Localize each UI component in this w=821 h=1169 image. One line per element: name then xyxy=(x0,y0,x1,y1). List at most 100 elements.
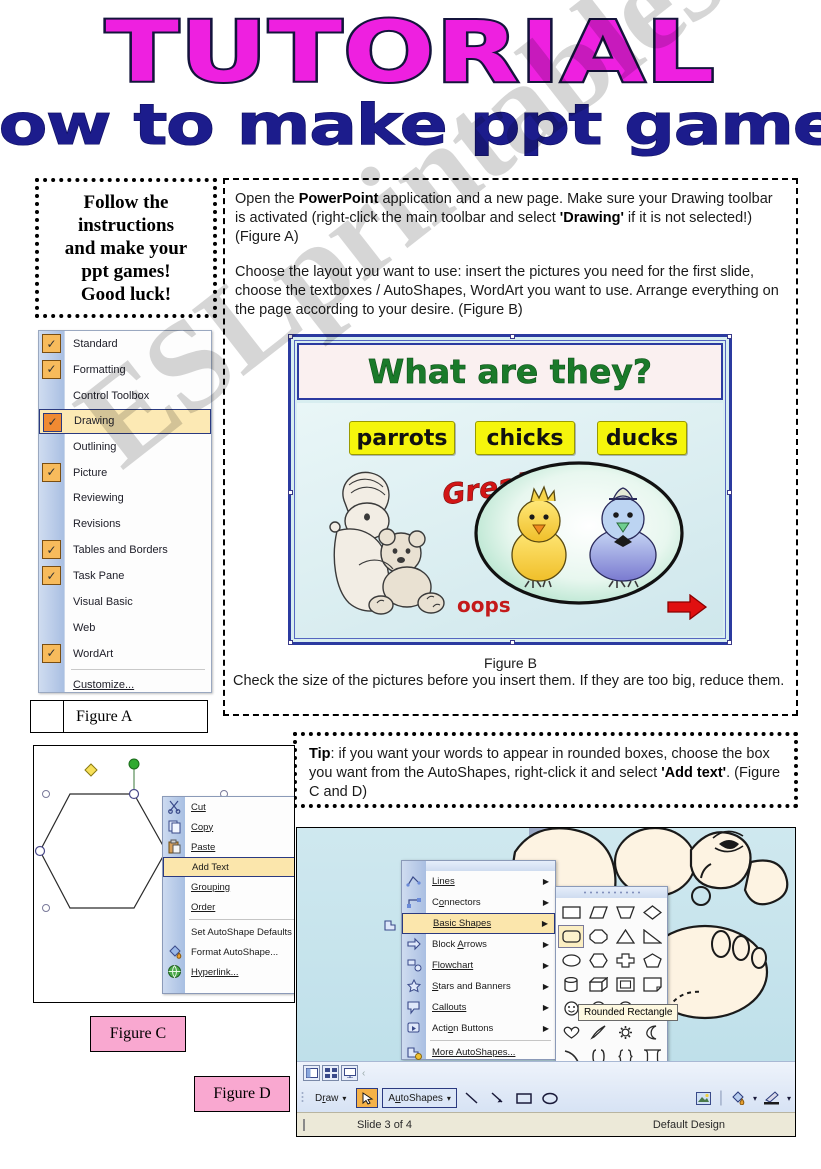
resize-handle-nw[interactable] xyxy=(288,334,293,339)
shape-triangle[interactable] xyxy=(612,925,638,948)
menu-item-drawing[interactable]: ✓ Drawing xyxy=(39,408,211,434)
figure-c-context-menu[interactable]: Cut Copy Paste Add Text Grouping Order S… xyxy=(162,796,294,994)
answer-chip-ducks[interactable]: ducks xyxy=(597,421,687,455)
draw-menu-button[interactable]: Draw ▾ xyxy=(309,1088,352,1108)
insert-picture-button[interactable] xyxy=(693,1088,715,1108)
arrow-tool-button[interactable] xyxy=(487,1088,509,1108)
autoshapes-item-more-autoshapes[interactable]: More AutoShapes... xyxy=(407,1042,555,1061)
rectangle-tool-button[interactable] xyxy=(513,1088,535,1108)
autoshapes-item-callouts[interactable]: Callouts ▶ xyxy=(407,997,555,1018)
oval-tool-button[interactable] xyxy=(539,1088,561,1108)
shape-rectangle[interactable] xyxy=(558,901,584,924)
shape-cube[interactable] xyxy=(585,973,611,996)
checkbox-formatting[interactable]: ✓ xyxy=(42,359,61,379)
normal-view-button[interactable] xyxy=(303,1065,320,1081)
autoshapes-menu-button[interactable]: AutoShapes ▾ xyxy=(382,1088,457,1108)
menu-item-formatting[interactable]: ✓ Formatting xyxy=(42,357,211,383)
answer-chip-parrots[interactable]: parrots xyxy=(349,421,455,455)
shape-bevel[interactable] xyxy=(612,973,638,996)
toolbar-grip[interactable] xyxy=(301,1090,305,1106)
select-objects-button[interactable] xyxy=(356,1088,379,1108)
palette-titlebar[interactable] xyxy=(556,887,667,898)
basic-shapes-palette[interactable]: Rounded Rectangle xyxy=(555,886,679,1061)
shape-cylinder[interactable] xyxy=(558,973,584,996)
context-item-paste[interactable]: Paste xyxy=(168,837,294,857)
autoshapes-item-stars-and-banners[interactable]: Stars and Banners ▶ xyxy=(406,976,555,997)
menu-item-visual-basic[interactable]: Visual Basic xyxy=(65,589,211,615)
checkbox-wordart[interactable]: ✓ xyxy=(42,643,61,663)
resize-handle-e[interactable] xyxy=(727,490,732,495)
menu-item-reviewing[interactable]: Reviewing xyxy=(65,485,211,511)
autoshapes-item-connectors[interactable]: Connectors ▶ xyxy=(407,892,555,913)
powerpoint-status-bar: Slide 3 of 4 Default Design xyxy=(297,1112,795,1136)
menu-item-revisions[interactable]: Revisions xyxy=(65,511,211,537)
shape-rounded-rectangle[interactable] xyxy=(558,925,584,948)
menu-item-outlining[interactable]: Outlining xyxy=(65,434,211,460)
context-item-add-text[interactable]: Add Text xyxy=(163,857,294,877)
menu-item-tables-and-borders[interactable]: ✓ Tables and Borders xyxy=(42,537,211,563)
shape-diamond[interactable] xyxy=(639,901,665,924)
shape-heart[interactable] xyxy=(558,1021,584,1044)
fill-color-button[interactable] xyxy=(727,1088,749,1108)
resize-handle-n[interactable] xyxy=(510,334,515,339)
autoshapes-item-basic-shapes[interactable]: Basic Shapes ▶ xyxy=(384,913,555,934)
shape-octagon[interactable] xyxy=(585,925,611,948)
status-design-name: Default Design xyxy=(652,1118,725,1131)
context-item-set-autoshape-defaults[interactable]: Set AutoShape Defaults xyxy=(185,922,294,942)
shape-plaque[interactable] xyxy=(639,1045,665,1061)
line-tool-button[interactable] xyxy=(461,1088,483,1108)
resize-handle-sw[interactable] xyxy=(288,640,293,645)
shape-hexagon[interactable] xyxy=(585,949,611,972)
figure-a-toolbars-menu[interactable]: ✓ Standard ✓ Formatting Control Toolbox … xyxy=(38,330,212,693)
shape-moon[interactable] xyxy=(639,1021,665,1044)
line-color-button[interactable] xyxy=(761,1088,783,1108)
menu-item-customize[interactable]: Customize... xyxy=(65,672,211,698)
shape-lightning-bolt[interactable] xyxy=(585,1021,611,1044)
context-item-cut[interactable]: Cut xyxy=(168,797,294,817)
context-item-grouping[interactable]: Grouping ▶ xyxy=(185,877,294,897)
menu-item-web[interactable]: Web xyxy=(65,615,211,641)
shape-right-triangle[interactable] xyxy=(639,925,665,948)
shape-folded-corner[interactable] xyxy=(639,973,665,996)
shape-oval[interactable] xyxy=(558,949,584,972)
shape-cross[interactable] xyxy=(612,949,638,972)
context-item-format-autoshape[interactable]: Format AutoShape... xyxy=(169,942,294,962)
shape-pentagon[interactable] xyxy=(639,949,665,972)
checkbox-tables-and-borders[interactable]: ✓ xyxy=(42,540,61,560)
shape-parallelogram[interactable] xyxy=(585,901,611,924)
menu-item-picture[interactable]: ✓ Picture xyxy=(42,460,211,486)
checkbox-picture[interactable]: ✓ xyxy=(42,462,61,482)
answer-chip-chicks[interactable]: chicks xyxy=(475,421,575,455)
autoshapes-popup-menu[interactable]: Lines ▶ Connectors ▶ Basic Shapes ▶ Bloc… xyxy=(384,860,556,1061)
menu-item-control-toolbox[interactable]: Control Toolbox xyxy=(65,383,211,409)
menu-item-wordart[interactable]: ✓ WordArt xyxy=(42,641,211,667)
resize-handle-w[interactable] xyxy=(288,490,293,495)
context-item-order[interactable]: Order ▶ xyxy=(185,897,294,917)
autoshapes-menu-titlebar[interactable] xyxy=(426,861,555,871)
autoshapes-item-block-arrows[interactable]: Block Arrows ▶ xyxy=(407,934,555,955)
autoshapes-item-action-buttons[interactable]: Action Buttons ▶ xyxy=(407,1018,555,1039)
shape-sun[interactable] xyxy=(612,1021,638,1044)
slide-show-view-button[interactable] xyxy=(341,1065,358,1081)
menu-item-task-pane[interactable]: ✓ Task Pane xyxy=(42,563,211,589)
line-color-dropdown-arrow[interactable]: ▾ xyxy=(787,1094,791,1103)
autoshapes-item-lines[interactable]: Lines ▶ xyxy=(406,871,555,892)
shape-trapezoid[interactable] xyxy=(612,901,638,924)
resize-handle-s[interactable] xyxy=(510,640,515,645)
shape-curve[interactable] xyxy=(558,1045,584,1061)
checkbox-task-pane[interactable]: ✓ xyxy=(42,566,61,586)
checkbox-standard[interactable]: ✓ xyxy=(42,334,61,353)
fill-color-dropdown-arrow[interactable]: ▾ xyxy=(753,1094,757,1103)
resize-handle-ne[interactable] xyxy=(727,334,732,339)
shape-bracket-pair[interactable] xyxy=(585,1045,611,1061)
shape-brace-pair[interactable] xyxy=(612,1045,638,1061)
next-arrow-icon[interactable] xyxy=(667,594,707,620)
menu-item-standard[interactable]: ✓ Standard xyxy=(42,331,211,357)
checkbox-drawing[interactable]: ✓ xyxy=(43,412,62,432)
slide-sorter-view-button[interactable] xyxy=(322,1065,339,1081)
context-item-hyperlink[interactable]: Hyperlink... xyxy=(168,962,294,982)
resize-handle-se[interactable] xyxy=(727,640,732,645)
view-scroll-left-icon[interactable]: ‹ xyxy=(362,1068,365,1079)
autoshapes-item-flowchart[interactable]: Flowchart ▶ xyxy=(407,955,555,976)
context-item-copy[interactable]: Copy xyxy=(168,817,294,837)
